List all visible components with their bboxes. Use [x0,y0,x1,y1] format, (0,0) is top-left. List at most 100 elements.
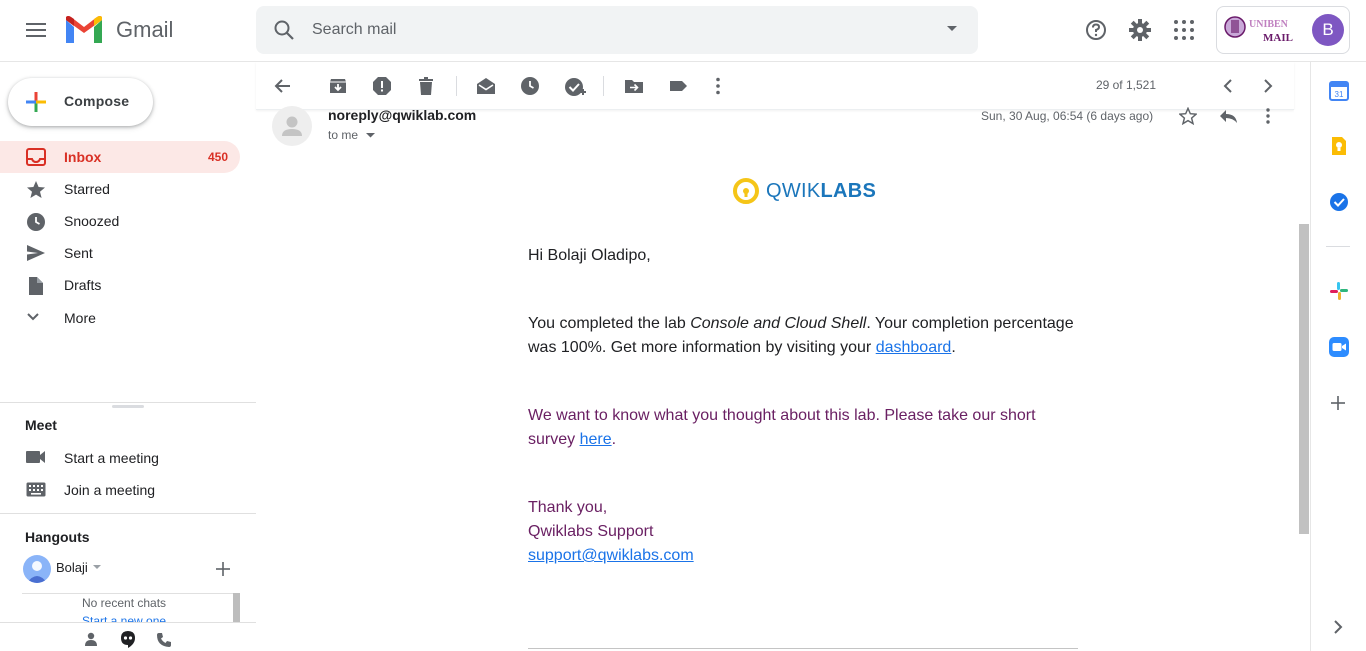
reply-arrow-icon[interactable] [1218,107,1238,125]
completion-paragraph: You completed the lab Console and Cloud … [528,312,1078,360]
get-addons-plus-icon[interactable] [1329,394,1347,412]
lab-name: Console and Cloud Shell [690,315,867,332]
meet-item-label: Start a meeting [64,450,159,466]
svg-text:31: 31 [1335,90,1344,99]
start-meeting-button[interactable]: Start a meeting [0,442,240,474]
divider [22,593,234,594]
gmail-logo-icon[interactable] [64,14,104,46]
sidebar-item-snoozed[interactable]: Snoozed [0,205,240,237]
organization-logo: UNIBEN MAIL [1223,13,1307,47]
help-icon[interactable] [1082,16,1110,44]
mark-unread-icon[interactable] [476,76,496,96]
star-outline-icon[interactable] [1179,107,1197,125]
sidebar-item-inbox[interactable]: Inbox 450 [0,141,240,173]
divider [1326,246,1350,247]
search-options-icon[interactable] [946,25,958,33]
google-apps-icon[interactable] [1172,18,1196,42]
hangouts-section-title: Hangouts [25,529,90,545]
meet-item-label: Join a meeting [64,482,156,498]
back-arrow-icon[interactable] [272,76,292,96]
body-text-segment: . [611,431,617,448]
status-dropdown-icon[interactable] [93,565,101,570]
message-more-options-icon[interactable] [1262,107,1274,125]
clock-icon [26,212,46,232]
report-spam-icon[interactable] [372,76,392,96]
pagination-text: 29 of 1,521 [1095,78,1156,92]
sidebar-item-more[interactable]: More [0,302,240,334]
move-to-folder-icon[interactable] [624,76,644,96]
footer-divider [528,648,1078,649]
start-new-chat-link[interactable]: Start a new one [82,614,166,622]
account-switcher[interactable]: UNIBEN MAIL B [1216,6,1350,54]
send-icon [26,244,46,262]
app-name: Gmail [116,17,174,42]
more-options-vertical-icon[interactable] [708,76,728,96]
message-date: Sun, 30 Aug, 06:54 (6 days ago) [981,109,1154,123]
sidebar-item-starred[interactable]: Starred [0,173,240,205]
unread-count-badge: 450 [207,150,228,164]
panel-resize-handle[interactable] [112,405,144,408]
top-bar: Gmail UNIBEN MAIL B [0,0,1366,62]
account-avatar[interactable]: B [1312,14,1344,46]
snooze-clock-icon[interactable] [520,76,540,96]
search-input[interactable] [312,19,912,41]
join-meeting-button[interactable]: Join a meeting [0,474,240,506]
chat-list-scrollbar[interactable] [233,593,240,623]
compose-button[interactable]: Compose [8,78,153,126]
message-toolbar: 29 of 1,521 [256,62,1294,110]
search-bar[interactable] [256,6,978,54]
slack-icon[interactable] [1329,281,1349,301]
label-tag-icon[interactable] [668,76,688,96]
older-chevron-right-icon[interactable] [1260,76,1276,96]
keep-notes-icon[interactable] [1329,136,1349,156]
search-icon[interactable] [272,18,296,42]
body-text-segment: . [951,339,956,356]
sidebar-item-drafts[interactable]: Drafts [0,269,240,301]
toolbar-separator [456,76,457,96]
show-details-dropdown-icon[interactable] [366,133,375,138]
toolbar-separator [603,76,604,96]
phone-icon[interactable] [156,632,172,648]
sidebar-item-label: Inbox [64,149,102,165]
video-icon [26,450,46,464]
sidebar-item-label: Starred [64,181,110,197]
divider [0,402,256,403]
settings-gear-icon[interactable] [1126,16,1154,44]
sidebar-item-sent[interactable]: Sent [0,237,240,269]
message-scrollbar-thumb[interactable] [1299,224,1309,534]
dashboard-link[interactable]: dashboard [876,339,952,356]
compose-label: Compose [64,93,130,109]
expand-panel-chevron-icon[interactable] [1332,619,1344,635]
sidebar-item-label: Sent [64,245,93,261]
tasks-icon[interactable] [1329,192,1349,212]
new-conversation-plus-icon[interactable] [215,561,231,577]
survey-link[interactable]: here [580,431,612,448]
zoom-icon[interactable] [1329,337,1349,357]
star-icon [26,180,46,199]
sender-address[interactable]: noreply@qwiklab.com [328,107,476,123]
inbox-icon [26,148,46,166]
body-text-segment: You completed the lab [528,315,691,332]
hangouts-chat-icon[interactable] [118,629,138,651]
svg-text:MAIL: MAIL [1263,32,1293,44]
add-to-tasks-icon[interactable] [564,76,586,98]
delete-trash-icon[interactable] [416,76,436,96]
sidebar-item-label: More [64,310,96,326]
draft-icon [26,276,44,296]
support-email-link[interactable]: support@qwiklabs.com [528,547,694,564]
svg-text:UNIBEN: UNIBEN [1249,19,1289,30]
hangouts-user-avatar[interactable] [23,555,51,583]
main-menu-icon[interactable] [20,14,52,46]
calendar-icon[interactable]: 31 [1329,81,1349,101]
logo-text-bold: LABS [820,180,877,202]
greeting-text: Hi Bolaji Oladipo, [528,247,651,264]
support-email-wrapper: support@qwiklabs.com [528,544,1078,568]
contacts-person-icon[interactable] [84,632,98,646]
hangouts-user-name[interactable]: Bolaji [56,560,88,575]
compose-plus-icon [24,90,48,114]
team-signature: Qwiklabs Support [528,523,654,540]
survey-paragraph: We want to know what you thought about t… [528,404,1078,452]
newer-chevron-left-icon[interactable] [1220,76,1236,96]
sender-avatar[interactable] [272,106,312,146]
archive-icon[interactable] [328,76,348,96]
